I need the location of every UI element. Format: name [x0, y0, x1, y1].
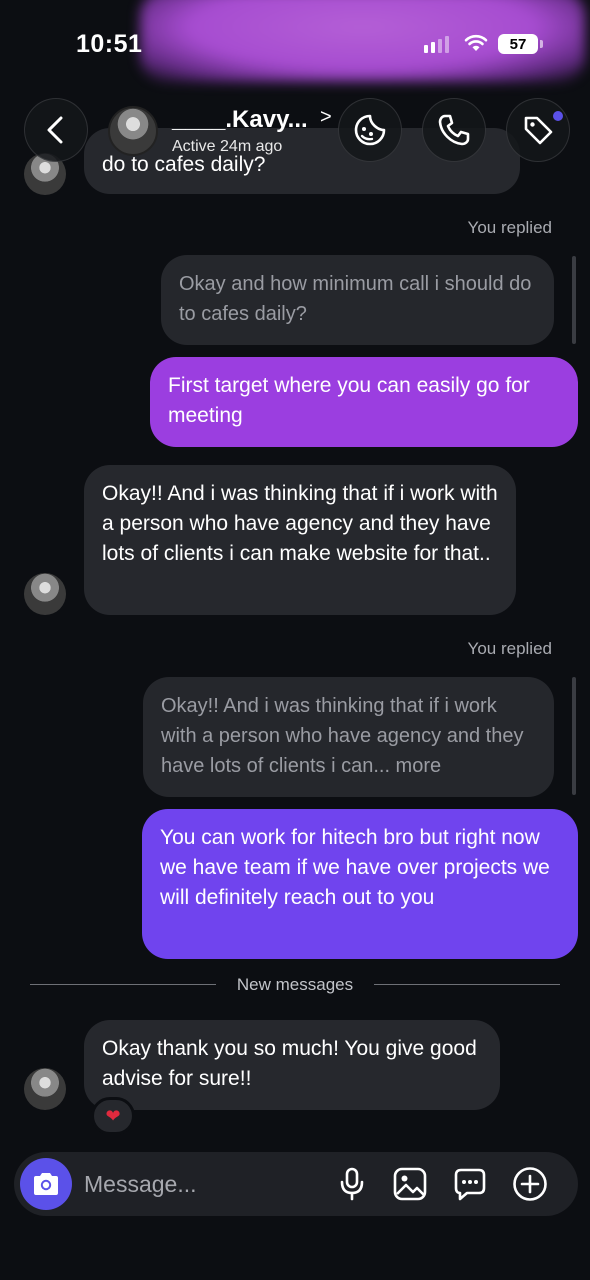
chat-options-icon — [454, 1168, 486, 1201]
quoted-text: Okay and how minimum call i should do to… — [179, 273, 532, 325]
wifi-icon — [464, 33, 488, 58]
unread-dot — [553, 111, 563, 121]
gallery-button[interactable] — [390, 1164, 430, 1204]
message-bubble-incoming[interactable]: Okay!! And i was thinking that if i work… — [84, 465, 516, 615]
message-bubble-outgoing[interactable]: You can work for hitech bro but right no… — [142, 809, 578, 959]
quoted-message[interactable]: Okay!! And i was thinking that if i work… — [143, 677, 554, 797]
contact-avatar[interactable] — [108, 106, 158, 156]
gallery-icon — [393, 1167, 427, 1201]
message-bubble-outgoing[interactable]: First target where you can easily go for… — [150, 357, 578, 447]
chevron-right-icon[interactable]: > — [320, 106, 332, 129]
contact-name[interactable]: ____.Kavy... — [172, 106, 308, 134]
heart-icon: ❤ — [105, 1105, 121, 1126]
call-button[interactable] — [422, 98, 486, 162]
chat-options-button[interactable] — [450, 1164, 490, 1204]
tag-icon — [524, 116, 553, 145]
reply-label: You replied — [467, 639, 552, 658]
message-input[interactable] — [84, 1168, 324, 1200]
phone-icon — [438, 114, 470, 146]
camera-icon — [34, 1173, 58, 1195]
reply-bar — [572, 677, 576, 795]
battery-indicator: 57 — [498, 34, 543, 54]
back-button[interactable] — [24, 98, 88, 162]
sticker-icon — [354, 114, 386, 146]
sender-avatar — [24, 1068, 66, 1110]
reply-label: You replied — [467, 218, 552, 237]
message-text: First target where you can easily go for… — [168, 374, 530, 427]
message-text: You can work for hitech bro but right no… — [160, 826, 550, 909]
new-messages-label: New messages — [236, 975, 354, 994]
active-status: Active 24m ago — [172, 138, 283, 155]
add-button[interactable] — [510, 1164, 550, 1204]
camera-button[interactable] — [20, 1158, 72, 1210]
plus-icon — [513, 1167, 547, 1201]
divider-line-right — [374, 984, 560, 985]
back-icon — [47, 116, 63, 144]
microphone-button[interactable] — [332, 1164, 372, 1204]
tag-button[interactable] — [506, 98, 570, 162]
microphone-icon — [340, 1167, 364, 1201]
status-time: 10:51 — [76, 30, 143, 58]
message-bubble-incoming[interactable]: Okay thank you so much! You give good ad… — [84, 1020, 500, 1110]
heart-reaction[interactable]: ❤ — [91, 1097, 135, 1135]
quoted-text: Okay!! And i was thinking that if i work… — [161, 695, 524, 777]
reply-bar — [572, 256, 576, 344]
signal-icon — [424, 36, 449, 53]
quoted-message[interactable]: Okay and how minimum call i should do to… — [161, 255, 554, 345]
sticker-button[interactable] — [338, 98, 402, 162]
message-text: Okay thank you so much! You give good ad… — [102, 1037, 477, 1090]
message-text: do to cafes daily? — [102, 153, 266, 176]
sender-avatar — [24, 573, 66, 615]
message-text: Okay!! And i was thinking that if i work… — [102, 482, 498, 565]
